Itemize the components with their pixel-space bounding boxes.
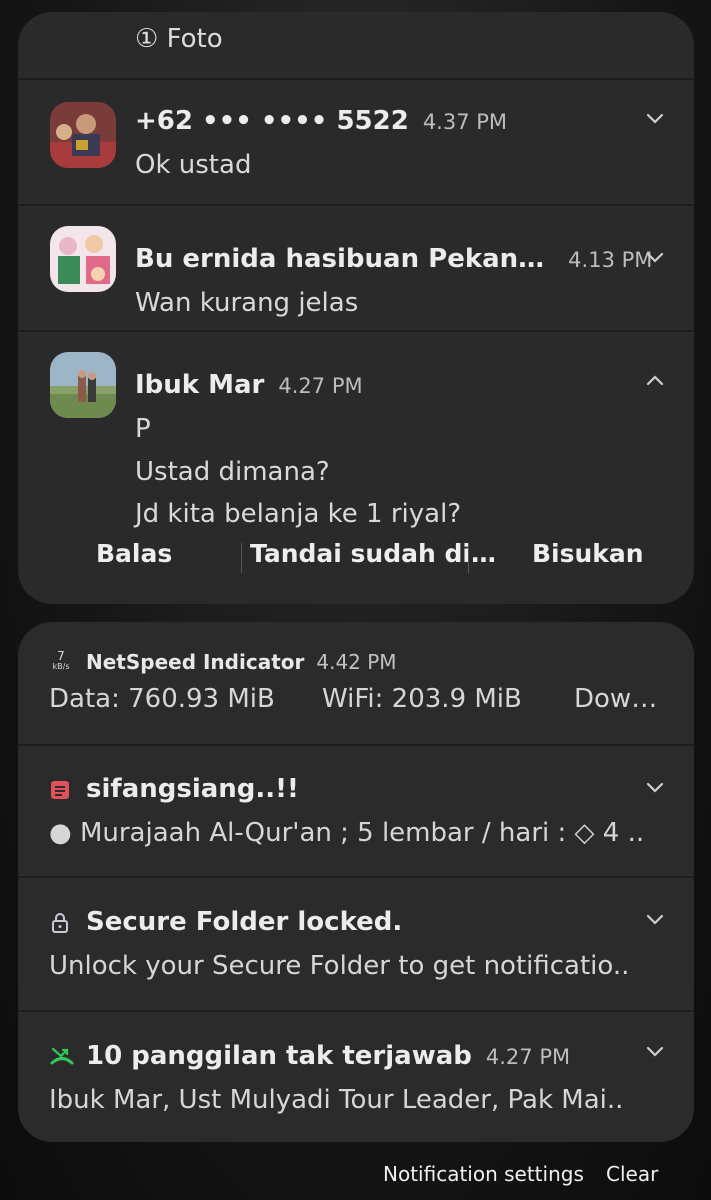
missed-calls-notification[interactable]: 10 panggilan tak terjawab 4.27 PM Ibuk Ma…: [18, 1012, 694, 1142]
chevron-down-icon[interactable]: [644, 776, 666, 798]
notification-message: Ibuk Mar, Ust Mulyadi Tour Leader, Pak M…: [49, 1085, 624, 1115]
notification-title: Bu ernida hasibuan Pekan… 4.13 PM: [135, 244, 653, 274]
notification-actions: Balas Tandai sudah di… Bisukan: [18, 539, 694, 579]
reply-button[interactable]: Balas: [96, 539, 172, 568]
action-divider: [468, 543, 469, 573]
chevron-down-icon[interactable]: [644, 1040, 666, 1062]
previous-notification-tail[interactable]: ① Foto: [18, 12, 694, 78]
netspeed-icon: 7 kB/s: [52, 649, 70, 671]
notification-message: ● Murajaah Al-Qur'an ; 5 lembar / hari :…: [49, 818, 645, 848]
notification-message-line: P: [135, 414, 151, 444]
notification-title: sifangsiang..!!: [86, 774, 299, 804]
conversation-notifications-card: ① Foto +62 ••• •••• 5522 4.37 PM Ok ustad: [18, 12, 694, 604]
mark-as-read-button[interactable]: Tandai sudah di…: [250, 539, 496, 568]
download-speed-text: Dow…: [574, 684, 658, 714]
notification-bu-ernida[interactable]: Bu ernida hasibuan Pekan… 4.13 PM Wan kur…: [18, 206, 694, 330]
netspeed-notification[interactable]: 7 kB/s NetSpeed Indicator 4.42 PM Data: 7…: [18, 622, 694, 744]
lock-icon: [50, 912, 70, 933]
chevron-down-icon[interactable]: [644, 246, 666, 268]
notification-message: Ok ustad: [135, 150, 252, 180]
reminder-notification[interactable]: sifangsiang..!! ● Murajaah Al-Qur'an ; 5…: [18, 746, 694, 876]
photo-attachment-label: ① Foto: [135, 24, 223, 54]
notification-message: Unlock your Secure Folder to get notific…: [49, 951, 630, 981]
notification-message-line: Ustad dimana?: [135, 457, 330, 487]
chevron-up-icon[interactable]: [644, 370, 666, 392]
notification-title: +62 ••• •••• 5522 4.37 PM: [135, 106, 508, 136]
chevron-down-icon[interactable]: [644, 107, 666, 129]
action-divider: [241, 543, 242, 573]
notification-message: Wan kurang jelas: [135, 288, 359, 318]
notification-sender-number[interactable]: +62 ••• •••• 5522 4.37 PM Ok ustad: [18, 80, 694, 204]
data-usage-text: Data: 760.93 MiB: [49, 684, 275, 714]
avatar: [50, 226, 116, 292]
wifi-usage-text: WiFi: 203.9 MiB: [322, 684, 522, 714]
notification-title: Ibuk Mar 4.27 PM: [135, 370, 363, 400]
chevron-down-icon[interactable]: [644, 908, 666, 930]
mute-button[interactable]: Bisukan: [532, 539, 644, 568]
missed-call-icon: [50, 1044, 74, 1065]
notification-title: 10 panggilan tak terjawab 4.27 PM: [86, 1041, 571, 1071]
notification-title: Secure Folder locked.: [86, 907, 403, 937]
avatar: [50, 102, 116, 168]
note-icon: [50, 780, 70, 800]
notification-message-line: Jd kita belanja ke 1 riyal?: [135, 499, 462, 529]
clear-all-button[interactable]: Clear: [606, 1162, 658, 1186]
notification-title: NetSpeed Indicator 4.42 PM: [86, 650, 397, 674]
secure-folder-notification[interactable]: Secure Folder locked. Unlock your Secure…: [18, 878, 694, 1010]
system-notifications-card: 7 kB/s NetSpeed Indicator 4.42 PM Data: 7…: [18, 622, 694, 1142]
notification-settings-button[interactable]: Notification settings: [383, 1162, 584, 1186]
avatar: [50, 352, 116, 418]
